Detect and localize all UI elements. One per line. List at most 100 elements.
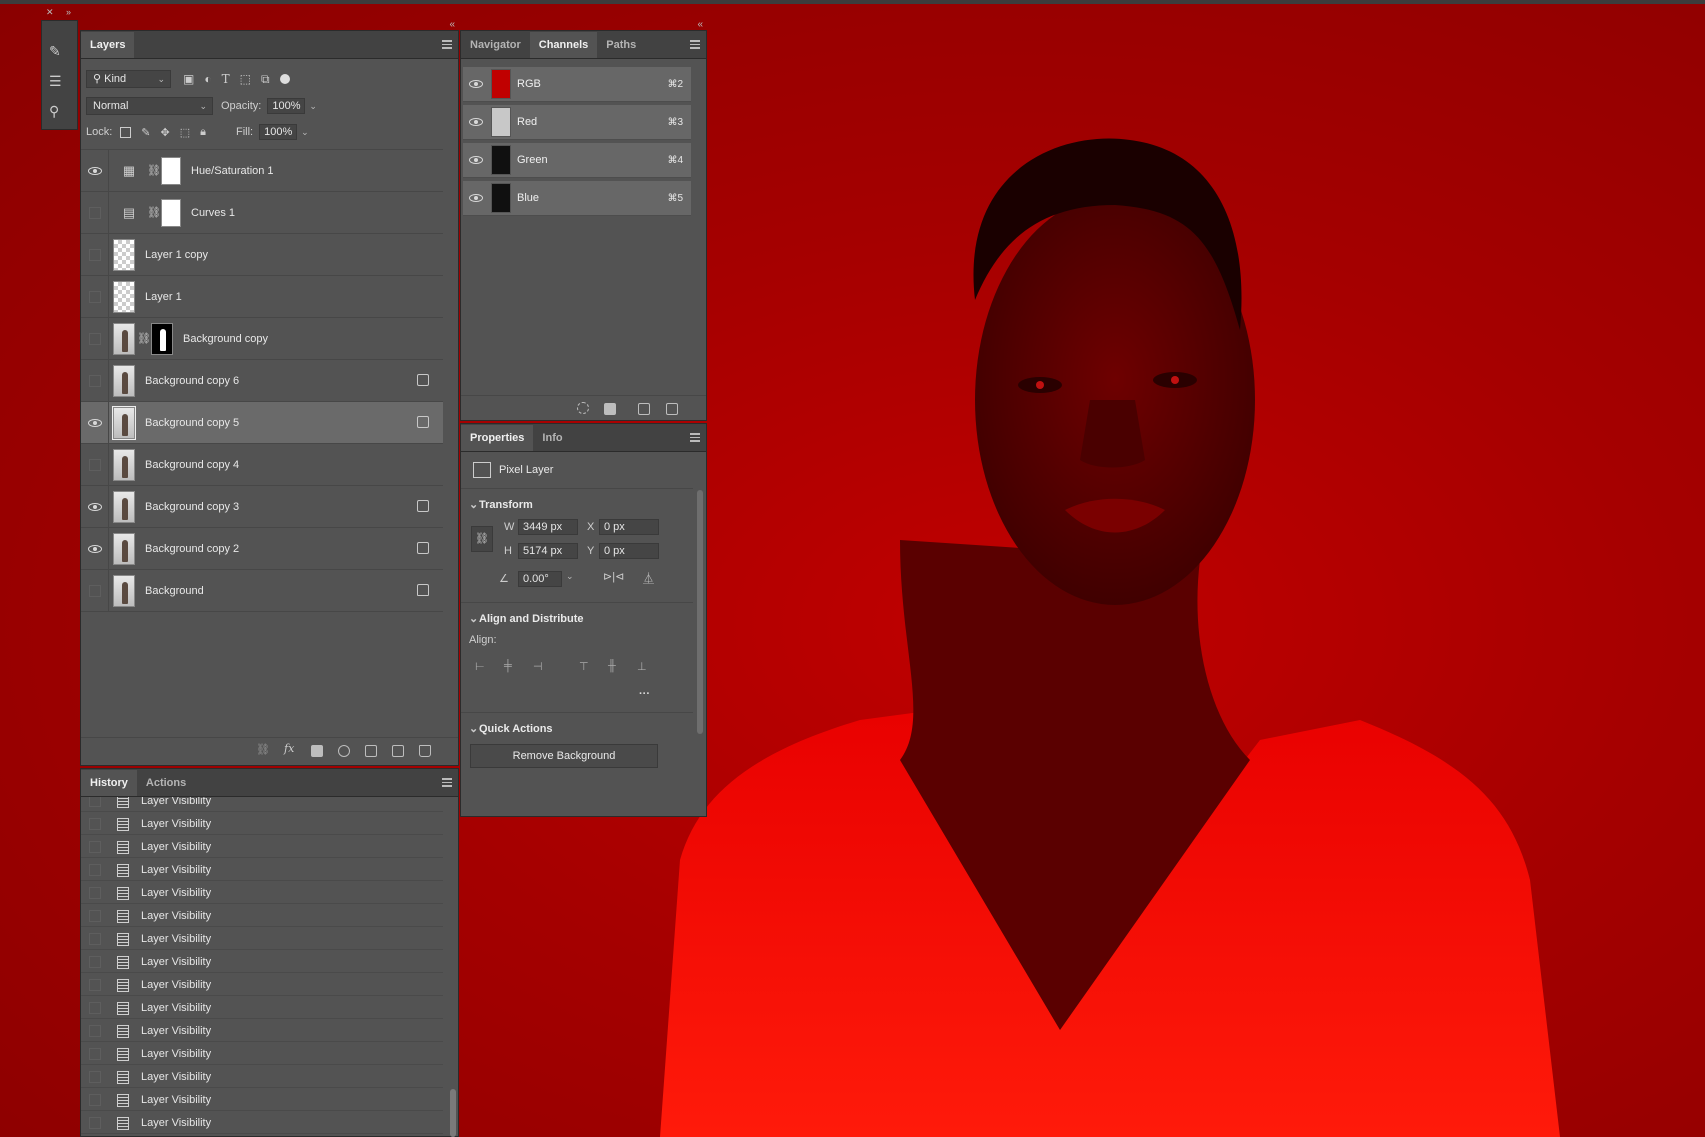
- layer-name[interactable]: Background copy 5: [145, 417, 239, 429]
- layer-row[interactable]: Background copy 4: [81, 443, 443, 486]
- tab-properties[interactable]: Properties: [461, 425, 534, 451]
- layer-row[interactable]: Background copy 3: [81, 485, 443, 528]
- layer-mask-thumbnail[interactable]: [151, 322, 173, 355]
- filter-adjustment-icon[interactable]: ◐: [204, 72, 211, 86]
- layer-thumbnail[interactable]: [113, 364, 135, 397]
- layer-row[interactable]: Background copy 5: [81, 401, 443, 444]
- layer-mask-thumbnail[interactable]: [161, 198, 181, 227]
- layer-name[interactable]: Layer 1 copy: [145, 249, 208, 261]
- width-input[interactable]: 3449 px: [518, 519, 578, 535]
- eye-icon[interactable]: [469, 156, 483, 164]
- x-input[interactable]: 0 px: [599, 519, 659, 535]
- history-snapshot-box[interactable]: [89, 979, 101, 991]
- tab-info[interactable]: Info: [533, 425, 571, 451]
- align-middle-v-icon[interactable]: ╫: [608, 660, 616, 672]
- align-bottom-icon[interactable]: ⊥: [637, 660, 647, 673]
- eye-icon[interactable]: [469, 118, 483, 126]
- close-panels-icon[interactable]: ✕: [46, 7, 54, 18]
- new-adjustment-icon[interactable]: [338, 745, 350, 757]
- history-snapshot-box[interactable]: [89, 1025, 101, 1037]
- layer-thumbnail[interactable]: [113, 448, 135, 481]
- filter-smart-object-icon[interactable]: ⧉: [261, 72, 270, 87]
- lock-paint-icon[interactable]: ✎: [141, 126, 150, 139]
- layer-visibility-toggle[interactable]: [81, 569, 109, 612]
- layer-name[interactable]: Background copy 6: [145, 375, 239, 387]
- lock-artboard-icon[interactable]: ⬚: [180, 126, 190, 139]
- history-snapshot-box[interactable]: [89, 797, 101, 807]
- collapse-icon[interactable]: «: [697, 19, 703, 30]
- mask-link-icon[interactable]: ⛓: [147, 206, 161, 219]
- tab-layers[interactable]: Layers: [81, 32, 135, 58]
- layer-row[interactable]: ⛓ Background copy: [81, 317, 443, 360]
- opacity-input[interactable]: 100%: [267, 98, 306, 114]
- align-center-h-icon[interactable]: ╪: [504, 660, 512, 672]
- layer-thumbnail[interactable]: [113, 238, 135, 271]
- filter-type-icon[interactable]: T: [222, 72, 230, 86]
- history-item[interactable]: Layer Visibility: [81, 906, 443, 927]
- more-options-icon[interactable]: ···: [639, 688, 650, 700]
- lock-all-icon[interactable]: 🔒︎: [200, 126, 206, 139]
- angle-input[interactable]: 0.00°: [518, 571, 562, 587]
- history-item[interactable]: Layer Visibility: [81, 929, 443, 950]
- history-scrollbar[interactable]: [450, 1089, 456, 1137]
- tab-paths[interactable]: Paths: [597, 32, 645, 58]
- layer-thumbnail[interactable]: [113, 532, 135, 565]
- history-item[interactable]: Layer Visibility: [81, 797, 443, 812]
- layer-visibility-toggle[interactable]: [81, 149, 109, 192]
- load-selection-icon[interactable]: [577, 402, 589, 414]
- mask-link-icon[interactable]: ⛓: [137, 332, 151, 345]
- add-mask-icon[interactable]: [311, 745, 323, 757]
- filter-kind-dropdown[interactable]: ⚲ Kind ⌄: [86, 70, 171, 88]
- tab-navigator[interactable]: Navigator: [461, 32, 530, 58]
- history-item[interactable]: Layer Visibility: [81, 998, 443, 1019]
- link-layers-icon[interactable]: ⛓: [256, 743, 270, 756]
- history-snapshot-box[interactable]: [89, 1071, 101, 1083]
- layer-name[interactable]: Background copy 3: [145, 501, 239, 513]
- quick-actions-section-title[interactable]: ⌄Quick Actions: [469, 722, 553, 735]
- channel-row[interactable]: Green ⌘4: [463, 143, 691, 178]
- history-item[interactable]: Layer Visibility: [81, 952, 443, 973]
- layer-thumbnail[interactable]: [112, 405, 136, 440]
- layer-row[interactable]: Background copy 2: [81, 527, 443, 570]
- align-section-title[interactable]: ⌄Align and Distribute: [469, 612, 584, 625]
- eye-icon[interactable]: [469, 194, 483, 202]
- delete-layer-icon[interactable]: [419, 745, 431, 757]
- history-item[interactable]: Layer Visibility: [81, 883, 443, 904]
- history-item[interactable]: Layer Visibility: [81, 837, 443, 858]
- tab-channels[interactable]: Channels: [529, 32, 598, 58]
- lock-transparency-icon[interactable]: [120, 126, 132, 138]
- layer-visibility-toggle[interactable]: [81, 527, 109, 570]
- tab-history[interactable]: History: [81, 770, 137, 796]
- history-item[interactable]: Layer Visibility: [81, 860, 443, 881]
- layers-menu-icon[interactable]: [442, 40, 452, 49]
- new-channel-icon[interactable]: [638, 403, 650, 415]
- layer-visibility-toggle[interactable]: [81, 401, 109, 444]
- layer-row[interactable]: Background copy 6: [81, 359, 443, 402]
- new-layer-icon[interactable]: [392, 745, 404, 757]
- layer-thumbnail[interactable]: [113, 490, 135, 523]
- layer-visibility-toggle[interactable]: [81, 191, 109, 234]
- layer-visibility-toggle[interactable]: [81, 275, 109, 318]
- lock-position-icon[interactable]: ✥: [161, 126, 170, 139]
- layer-row[interactable]: ▦ ⛓ Hue/Saturation 1: [81, 149, 443, 192]
- flip-vertical-icon[interactable]: ⏅: [643, 570, 654, 586]
- y-input[interactable]: 0 px: [599, 543, 659, 559]
- eye-icon[interactable]: [469, 80, 483, 88]
- history-snapshot-box[interactable]: [89, 910, 101, 922]
- history-snapshot-box[interactable]: [89, 841, 101, 853]
- layer-name[interactable]: Layer 1: [145, 291, 182, 303]
- layer-visibility-toggle[interactable]: [81, 233, 109, 276]
- fx-icon[interactable]: fx: [284, 742, 294, 755]
- history-snapshot-box[interactable]: [89, 818, 101, 830]
- lock-icon[interactable]: [417, 584, 429, 596]
- fill-chevron-icon[interactable]: ⌄: [301, 127, 309, 138]
- save-selection-icon[interactable]: [604, 403, 616, 415]
- align-left-icon[interactable]: ⊢: [475, 660, 485, 673]
- layer-name[interactable]: Curves 1: [191, 207, 235, 219]
- history-item[interactable]: Layer Visibility: [81, 1113, 443, 1134]
- history-snapshot-box[interactable]: [89, 933, 101, 945]
- layer-visibility-toggle[interactable]: [81, 317, 109, 360]
- history-snapshot-box[interactable]: [89, 1117, 101, 1129]
- properties-menu-icon[interactable]: [690, 433, 700, 442]
- history-item[interactable]: Layer Visibility: [81, 1090, 443, 1111]
